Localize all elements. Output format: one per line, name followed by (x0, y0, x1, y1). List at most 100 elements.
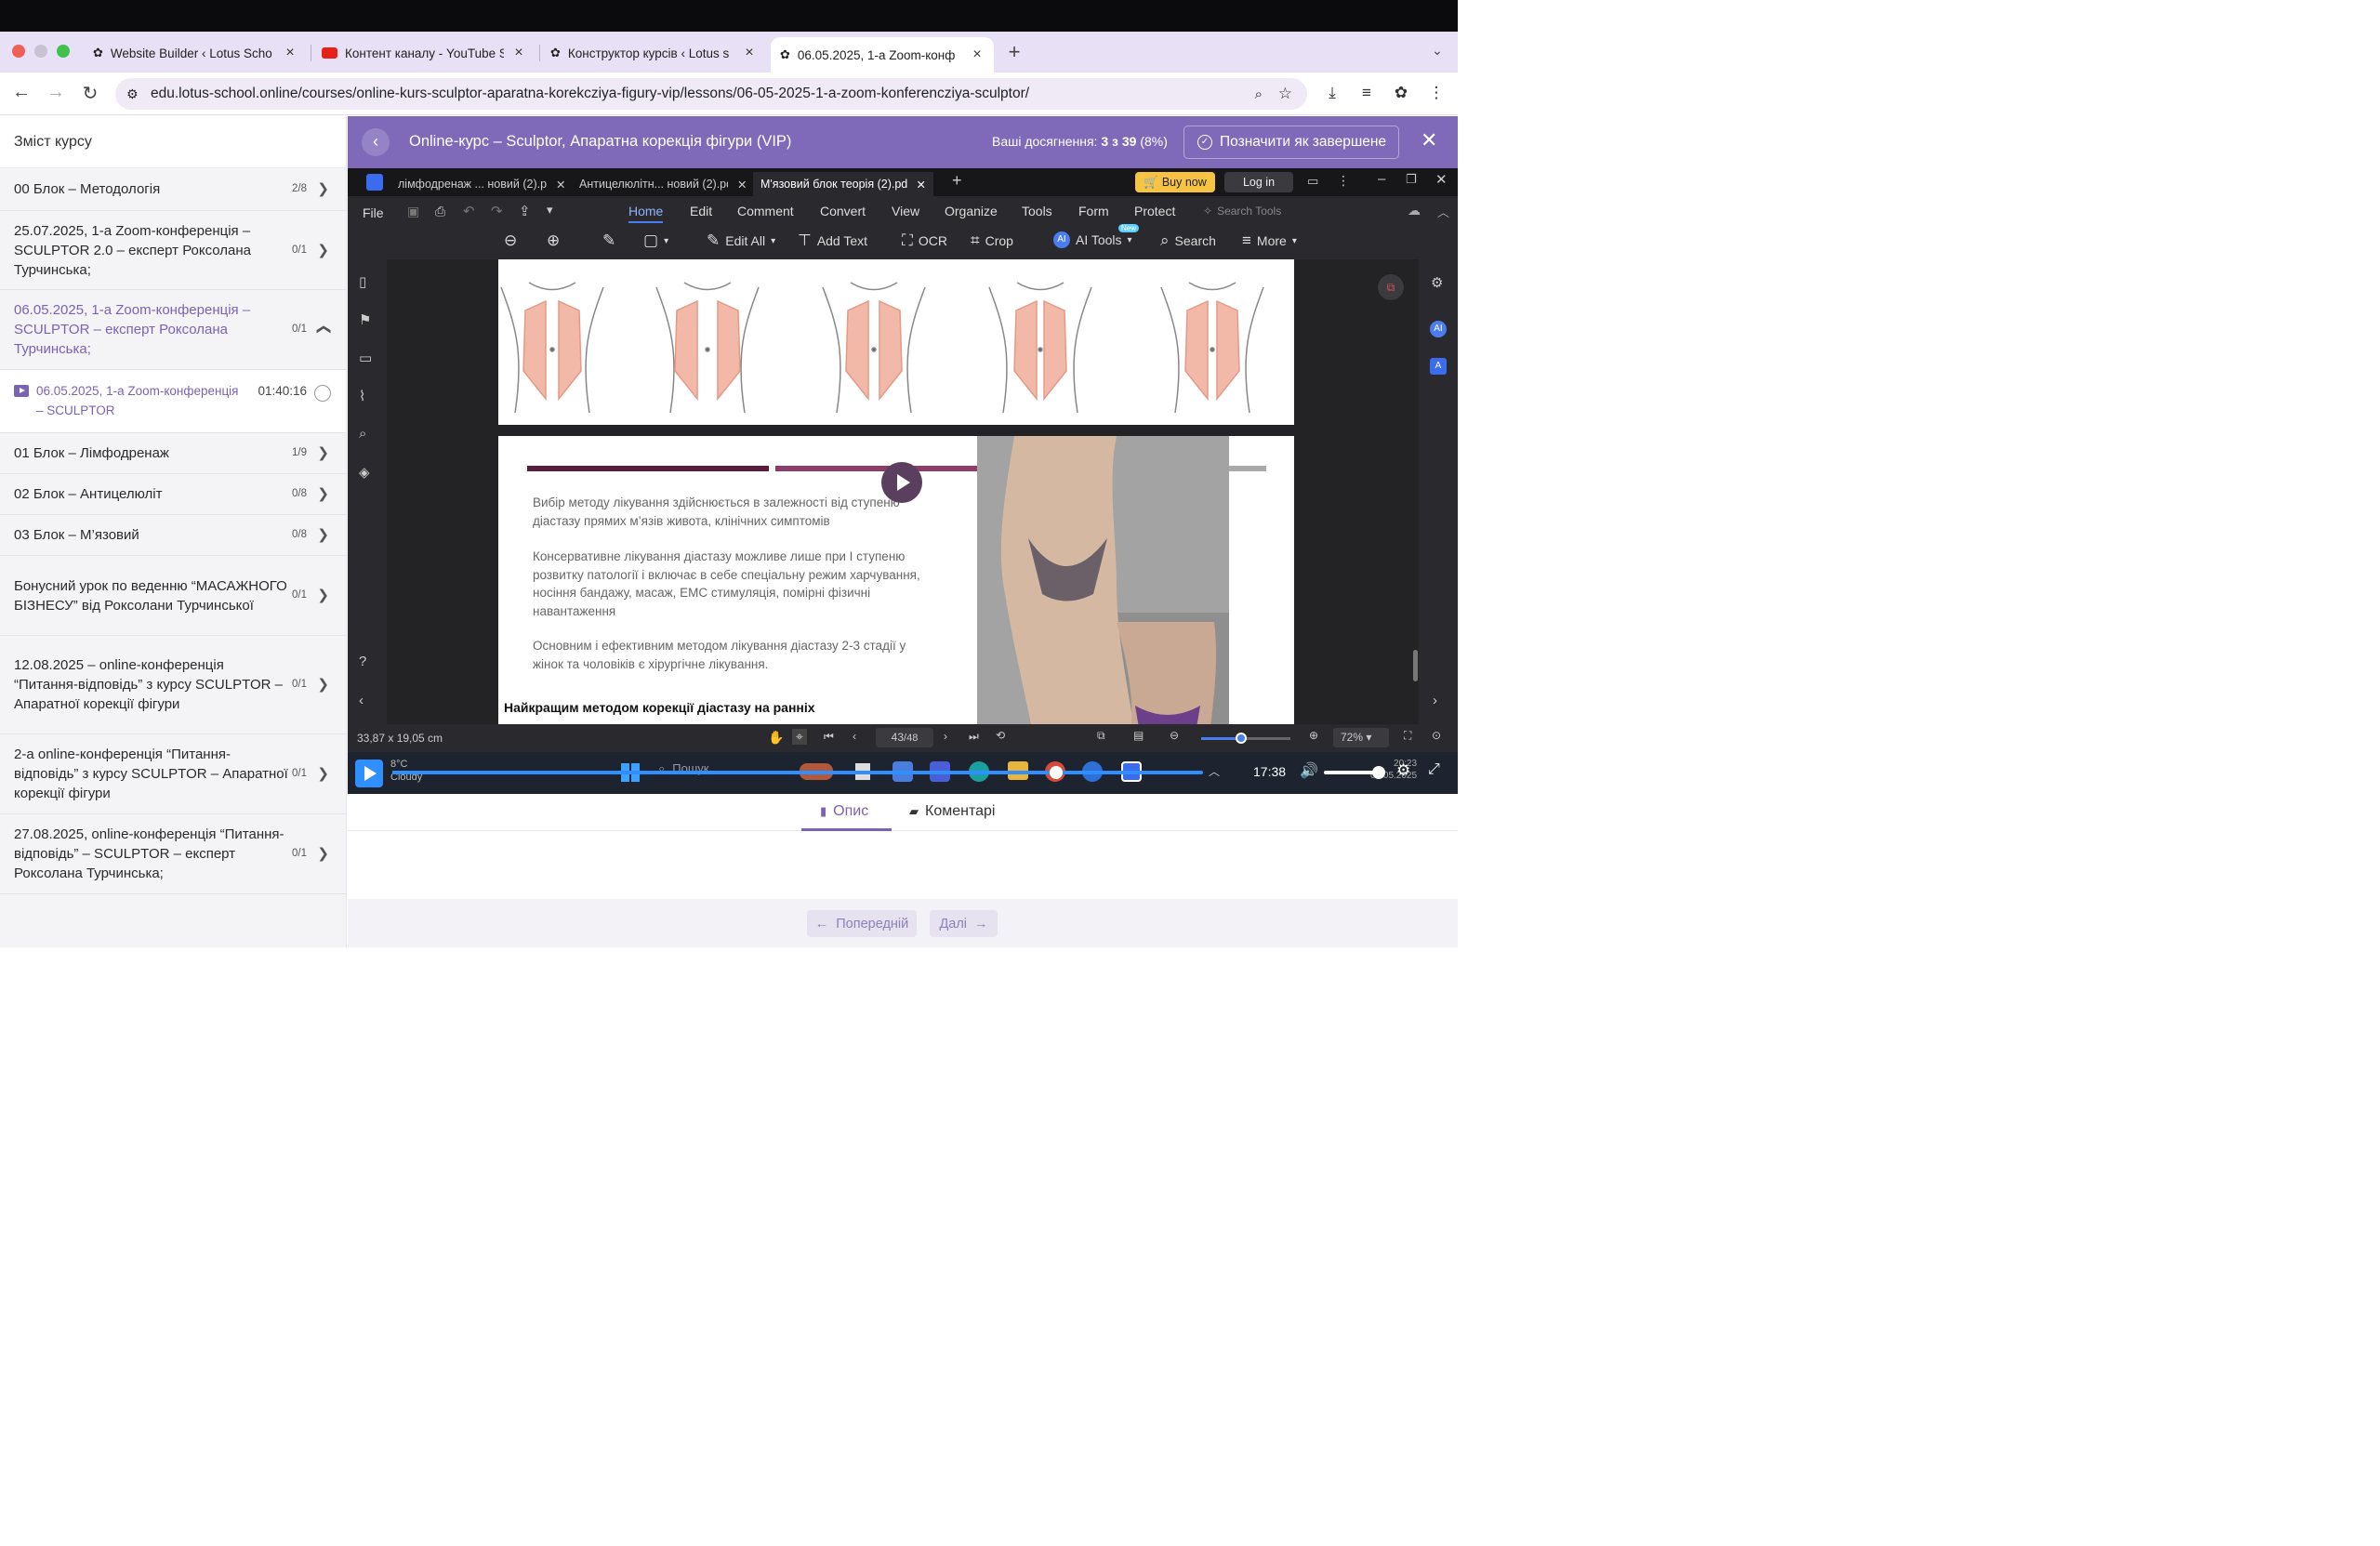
volume-slider[interactable] (1324, 771, 1378, 774)
browser-tab-youtube[interactable]: Контент каналу - YouTube St × (312, 39, 536, 67)
close-window-icon[interactable] (12, 45, 25, 58)
menu-edit[interactable]: Edit (690, 204, 712, 218)
pdf-document-area[interactable]: Вибір методу лікування здійснюється в за… (387, 259, 1419, 724)
tab-comments[interactable]: ▰ Коментарі (909, 803, 995, 820)
minimize-window-icon[interactable] (34, 45, 47, 58)
file-menu[interactable]: File (363, 205, 384, 220)
collapse-left-icon[interactable]: ‹ (359, 693, 364, 708)
log-in-button[interactable]: Log in (1224, 172, 1293, 192)
more-circle-icon[interactable]: ⊙ (1432, 729, 1441, 742)
collapse-ribbon-icon[interactable]: ︿ (1437, 203, 1449, 220)
sidebar-module[interactable]: 01 Блок – Лімфодренаж 1/9 ❯ (0, 433, 346, 474)
ai-assistant-icon[interactable]: AI (1430, 321, 1447, 337)
zoom-in-button[interactable]: ⊕ (547, 231, 560, 250)
buy-now-button[interactable]: 🛒 Buy now (1135, 172, 1215, 192)
menu-form[interactable]: Form (1078, 204, 1109, 218)
video-player[interactable]: лімфодренаж ... новий (2).pdf ✕ Антицелю… (348, 168, 1458, 794)
pdf-tab[interactable]: лімфодренаж ... новий (2).pdf ✕ (390, 172, 573, 196)
share-icon[interactable]: ⇪ (519, 203, 531, 219)
save-icon[interactable]: ▣ (407, 204, 419, 219)
sidebar-module[interactable]: 03 Блок – М’язовий 0/8 ❯ (0, 515, 346, 556)
pdf-tab-active[interactable]: М'язовий блок теорія (2).pdf ✕ (753, 172, 933, 196)
chat-icon[interactable]: ▭ (1307, 174, 1318, 189)
back-arrow-icon[interactable]: ← (9, 82, 33, 103)
sidebar-module[interactable]: 2-а online-конференція “Питання-відповід… (0, 734, 346, 814)
close-icon[interactable]: × (511, 45, 526, 61)
zoom-icon[interactable]: ⌕ (1255, 86, 1263, 102)
download-icon[interactable]: ⤓ (1321, 84, 1343, 102)
video-play-button[interactable] (355, 760, 383, 787)
redo-icon[interactable]: ↷ (491, 203, 503, 219)
record-badge-icon[interactable]: ⧉ (1378, 274, 1404, 300)
print-icon[interactable]: ⎙ (435, 204, 445, 219)
close-icon[interactable]: ✕ (1421, 128, 1437, 152)
page-view-icon[interactable]: ⧉ (1097, 729, 1105, 743)
prev-page-icon[interactable]: ‹ (853, 730, 856, 743)
new-tab-plus-icon[interactable]: + (1002, 40, 1026, 64)
quick-access-icon[interactable]: ▾ (547, 203, 553, 218)
pdf-tab[interactable]: Антицелюлітн... новий (2).pdf ✕ (572, 172, 754, 196)
lesson-status-circle-icon[interactable] (314, 385, 331, 402)
mark-complete-button[interactable]: ✓ Позначити як завершене (1183, 126, 1399, 159)
zoom-out-button[interactable]: ⊖ (504, 231, 517, 250)
browser-tab-active-lesson[interactable]: ✿ 06.05.2025, 1-а Zoom-конф × (771, 37, 994, 73)
zoom-slider[interactable] (1201, 733, 1290, 744)
tab-list-chevron-icon[interactable]: ⌄ (1425, 43, 1449, 59)
menu-organize[interactable]: Organize (945, 204, 998, 218)
bookmark-star-icon[interactable]: ☆ (1278, 85, 1292, 103)
help-icon[interactable]: ? (359, 654, 366, 669)
close-icon[interactable]: ✕ (737, 178, 747, 192)
undo-icon[interactable]: ↶ (463, 203, 475, 219)
sidebar-module[interactable]: Бонусний урок по веденню “МАСАЖНОГО БІЗН… (0, 556, 346, 636)
next-button[interactable]: Далі → (930, 910, 998, 937)
edit-all-button[interactable]: ✎ Edit All ▾ (707, 231, 775, 250)
display-mode-icon[interactable]: ▤ (1133, 729, 1144, 742)
back-chevron-icon[interactable]: ‹ (362, 128, 390, 156)
zoom-level-select[interactable]: 72% ▾ (1333, 728, 1389, 747)
sidebar-module[interactable]: 27.08.2025, online-конференція “Питання-… (0, 814, 346, 894)
media-control-icon[interactable]: ≡ (1355, 84, 1378, 102)
zoom-out-small-icon[interactable]: ⊖ (1170, 729, 1179, 742)
browser-tab-website-builder[interactable]: ✿ Website Builder ‹ Lotus Scho × (84, 39, 307, 67)
close-icon[interactable]: × (970, 46, 985, 63)
video-progress-bar[interactable] (392, 771, 1203, 774)
new-pdf-tab-plus-icon[interactable]: + (952, 171, 962, 191)
volume-knob[interactable] (1372, 766, 1385, 779)
more-vertical-icon[interactable]: ⋮ (1337, 173, 1350, 189)
menu-comment[interactable]: Comment (737, 204, 794, 218)
search-icon[interactable]: ⌕ (359, 426, 366, 442)
next-page-icon[interactable]: › (944, 730, 947, 743)
fullscreen-icon[interactable]: ⤢ (1428, 761, 1440, 778)
sidebar-module[interactable]: 02 Блок – Антицелюліт 0/8 ❯ (0, 474, 346, 515)
bookmark-icon[interactable]: ⚑ (359, 311, 371, 328)
lesson-item-active[interactable]: 06.05.2025, 1-а Zoom-конференція – SCULP… (0, 370, 346, 433)
restore-icon[interactable]: ❐ (1406, 172, 1417, 187)
menu-kebab-icon[interactable]: ⋮ (1425, 84, 1448, 102)
reload-icon[interactable]: ↻ (78, 82, 102, 105)
forward-arrow-icon[interactable]: → (44, 82, 68, 103)
zoom-slider-knob[interactable] (1236, 733, 1248, 744)
close-icon[interactable]: ✕ (556, 178, 565, 192)
menu-convert[interactable]: Convert (820, 204, 866, 218)
sidebar-module[interactable]: 00 Блок – Методологія 2/8 ❯ (0, 168, 346, 211)
hand-tool-icon[interactable]: ✋ (768, 730, 784, 746)
rotate-icon[interactable]: ⟲ (996, 729, 1005, 742)
zoom-in-small-icon[interactable]: ⊕ (1309, 729, 1318, 742)
menu-view[interactable]: View (892, 204, 919, 218)
page-thumbnail-icon[interactable]: ▯ (359, 273, 366, 290)
expand-right-icon[interactable]: › (1433, 693, 1437, 708)
sidebar-module[interactable]: 25.07.2025, 1-а Zoom-конференція – SCULP… (0, 211, 346, 290)
search-button[interactable]: ⌕ Search (1160, 231, 1216, 250)
sidebar-module[interactable]: 12.08.2025 – online-конференція “Питання… (0, 636, 346, 734)
maximize-window-icon[interactable] (57, 45, 70, 58)
site-settings-icon[interactable]: ⚙ (126, 86, 139, 102)
comment-icon[interactable]: ▭ (359, 350, 372, 366)
menu-protect[interactable]: Protect (1134, 204, 1175, 218)
layers-icon[interactable]: ◈ (359, 464, 370, 481)
close-icon[interactable]: × (283, 45, 298, 61)
close-icon[interactable]: ✕ (917, 178, 926, 192)
attachment-icon[interactable]: ⌇ (359, 388, 365, 404)
highlight-button[interactable]: ✎ (602, 231, 615, 250)
cloud-icon[interactable]: ☁ (1408, 203, 1421, 218)
close-icon[interactable]: × (742, 45, 757, 61)
